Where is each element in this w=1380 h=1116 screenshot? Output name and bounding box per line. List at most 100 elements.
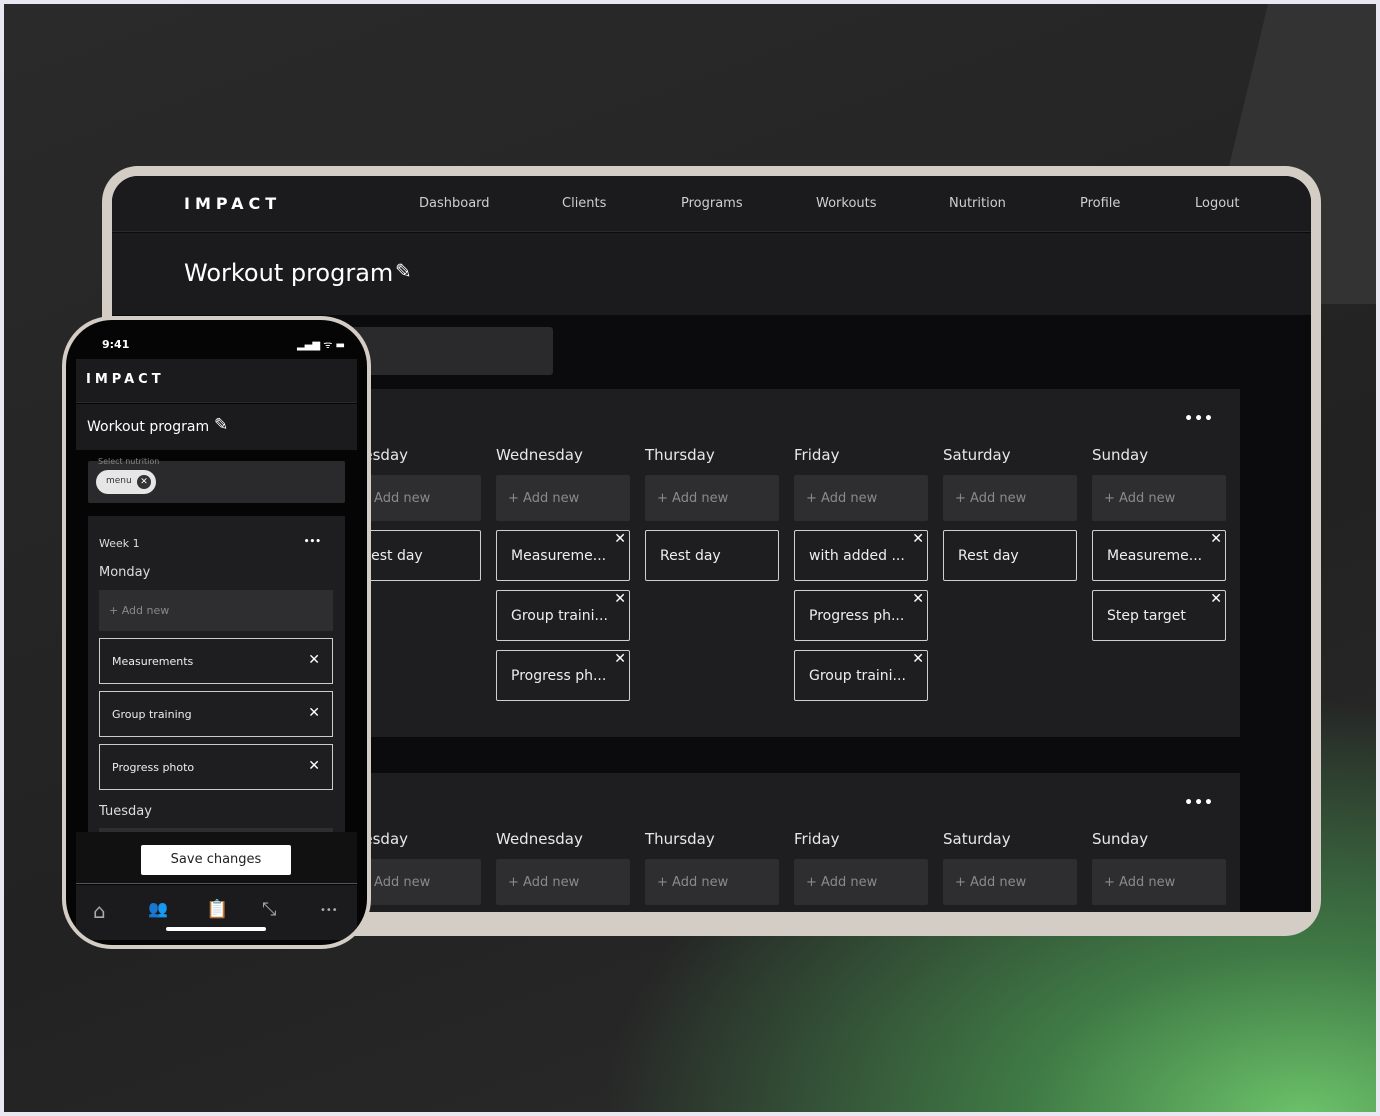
item-label: Rest day	[958, 548, 1019, 564]
remove-icon[interactable]: ✕	[912, 651, 924, 667]
save-bar: Save changes	[76, 832, 357, 884]
remove-icon[interactable]: ✕	[1210, 591, 1222, 607]
remove-icon[interactable]: ✕	[614, 591, 626, 607]
add-new-button[interactable]: + Add new	[496, 475, 630, 521]
workout-item[interactable]: Step target ✕	[1092, 590, 1226, 641]
nav-logout[interactable]: Logout	[1195, 196, 1240, 211]
add-new-button[interactable]: + Add new	[645, 475, 779, 521]
item-label: Progress photo	[112, 761, 195, 774]
remove-icon[interactable]: ✕	[912, 531, 924, 547]
item-label: Progress ph...	[809, 608, 905, 624]
item-label: Group training	[112, 708, 192, 721]
status-time: 9:41	[102, 338, 130, 351]
nav-nutrition[interactable]: Nutrition	[949, 196, 1006, 211]
mobile-title-bar: Workout program ✎	[76, 404, 357, 450]
workouts-icon[interactable]: ⤡	[262, 899, 276, 920]
save-changes-button[interactable]: Save changes	[141, 845, 291, 875]
nutrition-select[interactable]	[342, 327, 553, 375]
workout-item[interactable]: Group traini... ✕	[794, 650, 928, 701]
remove-icon[interactable]: ✕	[1210, 531, 1222, 547]
mobile-nutrition-select[interactable]: Select nutrition menu ✕	[88, 457, 345, 503]
more-icon[interactable]: •••	[320, 905, 338, 916]
workout-item[interactable]: Measureme... ✕	[496, 530, 630, 581]
remove-icon[interactable]: ✕	[614, 531, 626, 547]
add-new-button[interactable]: + Add new	[943, 475, 1077, 521]
workout-item[interactable]: Measurements ✕	[99, 638, 333, 684]
remove-icon[interactable]: ✕	[308, 758, 320, 774]
page-title: Workout program	[184, 259, 394, 287]
nutrition-chip: menu ✕	[96, 470, 156, 494]
add-new-button[interactable]: + Add new	[794, 475, 928, 521]
day-header: Wednesday	[496, 446, 583, 464]
day-header: Friday	[794, 446, 840, 464]
add-new-button[interactable]: + Add new	[1092, 475, 1226, 521]
nav-dashboard[interactable]: Dashboard	[419, 196, 490, 211]
bottom-tab-bar: ⌂ 👥 📋 ⤡ •••	[76, 885, 357, 940]
add-new-button[interactable]: + Add new	[99, 590, 333, 631]
day-header: Thursday	[645, 446, 715, 464]
day-header: Saturday	[943, 830, 1011, 848]
phone-frame: 9:41 ▂▄▆ ᯤ ▬ IMPACT Workout program ✎ Se…	[62, 316, 371, 949]
remove-icon[interactable]: ✕	[614, 651, 626, 667]
mobile-logo[interactable]: IMPACT	[86, 372, 165, 387]
title-bar: Workout program ✎	[112, 233, 1311, 315]
clients-icon[interactable]: 👥	[148, 899, 168, 918]
remove-icon[interactable]: ✕	[912, 591, 924, 607]
workout-item[interactable]: Group traini... ✕	[496, 590, 630, 641]
more-icon[interactable]: •••	[1184, 411, 1214, 427]
item-label: Measureme...	[511, 548, 607, 564]
item-label: Step target	[1107, 608, 1186, 624]
workout-item[interactable]: Rest day	[943, 530, 1077, 581]
item-label: Group traini...	[511, 608, 608, 624]
item-label: Rest day	[660, 548, 721, 564]
programs-icon[interactable]: 📋	[206, 899, 228, 920]
workout-item[interactable]: Measureme... ✕	[1092, 530, 1226, 581]
workout-item[interactable]: Rest day	[645, 530, 779, 581]
item-label: Rest day	[362, 548, 423, 564]
nav-profile[interactable]: Profile	[1080, 196, 1120, 211]
item-label: with added ...	[809, 548, 905, 564]
add-new-button[interactable]: + Add new	[1092, 859, 1226, 905]
more-icon[interactable]: •••	[1184, 795, 1214, 811]
add-new-button[interactable]: + Add new	[496, 859, 630, 905]
home-icon[interactable]: ⌂	[93, 899, 106, 923]
nav-workouts[interactable]: Workouts	[816, 196, 877, 211]
nav-clients[interactable]: Clients	[562, 196, 606, 211]
workout-item[interactable]: Progress ph... ✕	[496, 650, 630, 701]
mobile-header: IMPACT	[76, 359, 357, 403]
edit-icon[interactable]: ✎	[395, 259, 412, 283]
day-header: Saturday	[943, 446, 1011, 464]
edit-icon[interactable]: ✎	[214, 415, 228, 435]
workout-item[interactable]: Progress photo ✕	[99, 744, 333, 790]
logo[interactable]: IMPACT	[184, 194, 281, 213]
day-header: Wednesday	[496, 830, 583, 848]
workout-item[interactable]: with added ... ✕	[794, 530, 928, 581]
item-label: Group traini...	[809, 668, 906, 684]
day-header: Sunday	[1092, 446, 1149, 464]
nutrition-label: Select nutrition	[98, 457, 160, 466]
day-header: Sunday	[1092, 830, 1149, 848]
home-indicator	[166, 927, 266, 931]
nav-programs[interactable]: Programs	[681, 196, 743, 211]
top-nav: IMPACT Dashboard Clients Programs Workouts N…	[112, 176, 1311, 232]
add-new-button[interactable]: + Add new	[943, 859, 1077, 905]
more-icon[interactable]: •••	[304, 537, 321, 547]
chip-label: menu	[106, 476, 132, 486]
add-new-button[interactable]: + Add new	[794, 859, 928, 905]
day-label: Monday	[99, 565, 151, 580]
day-header: Thursday	[645, 830, 715, 848]
mobile-week-card: Week 1 ••• Monday + Add new Measurements…	[88, 516, 345, 848]
status-icons: ▂▄▆ ᯤ ▬	[296, 340, 345, 351]
workout-item[interactable]: Progress ph... ✕	[794, 590, 928, 641]
remove-icon[interactable]: ✕	[308, 705, 320, 721]
day-label: Tuesday	[99, 804, 152, 819]
day-header: Friday	[794, 830, 840, 848]
week-label: Week 1	[99, 537, 140, 550]
item-label: Measurements	[112, 655, 194, 668]
mobile-page-title: Workout program	[87, 419, 210, 435]
remove-icon[interactable]: ✕	[308, 652, 320, 668]
item-label: Progress ph...	[511, 668, 607, 684]
remove-chip-icon[interactable]: ✕	[137, 475, 151, 489]
add-new-button[interactable]: + Add new	[645, 859, 779, 905]
workout-item[interactable]: Group training ✕	[99, 691, 333, 737]
